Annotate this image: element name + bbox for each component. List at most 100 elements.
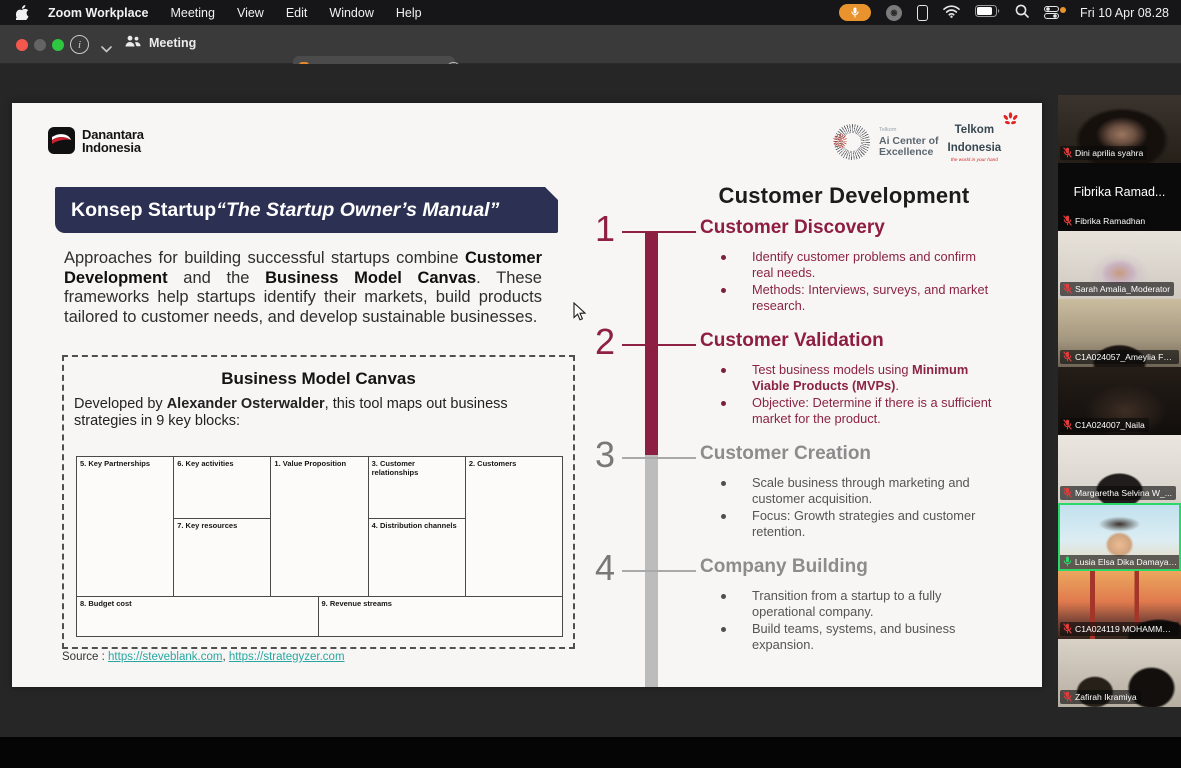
participant-name-label: C1A024119 MOHAMMA...	[1060, 622, 1179, 636]
bullet-dot	[721, 627, 726, 632]
bmc-cell-key-partnerships: 5. Key Partnerships	[77, 457, 173, 470]
zoom-window-titlebar: i Meeting Da Dini aprilia syahra's scree…	[0, 25, 1181, 64]
partner-logos: Telkom Ai Center of Excellence TelkomInd…	[834, 120, 1015, 163]
participant-name-label: Fibrika Ramadhan	[1060, 214, 1149, 228]
participants-strip: Dini aprilia syahraFibrika Ramad...Fibri…	[1058, 95, 1181, 707]
menu-bar-clock[interactable]: Fri 10 Apr 08.28	[1080, 6, 1169, 20]
participant-name: Dini aprilia syahra	[1075, 148, 1143, 158]
menu-app-name[interactable]: Zoom Workplace	[48, 6, 148, 20]
wifi-icon[interactable]	[943, 5, 960, 21]
battery-icon[interactable]	[975, 5, 1000, 20]
muted-mic-icon	[1063, 487, 1072, 498]
participant-name: Fibrika Ramadhan	[1075, 216, 1145, 226]
chevron-down-icon[interactable]	[101, 40, 112, 58]
muted-mic-icon	[1063, 147, 1072, 158]
participant-tile[interactable]: Dini aprilia syahra	[1058, 95, 1181, 163]
participant-tile[interactable]: Sarah Amalia_Moderator	[1058, 231, 1181, 299]
step-heading-customer-creation: Customer Creation	[700, 443, 871, 465]
participant-name: C1A024057_Ameylia Fa...	[1075, 352, 1175, 362]
participant-name-label: Sarah Amalia_Moderator	[1060, 282, 1174, 296]
participant-name: C1A024119 MOHAMMA...	[1075, 624, 1175, 634]
window-title: Meeting	[149, 36, 196, 50]
participant-display-name: Fibrika Ramad...	[1058, 185, 1181, 199]
menu-meeting[interactable]: Meeting	[170, 6, 214, 20]
meeting-content-area: DanantaraIndonesia Telkom Ai Center of E…	[0, 64, 1181, 737]
participant-name: Sarah Amalia_Moderator	[1075, 284, 1170, 294]
menu-edit[interactable]: Edit	[286, 6, 308, 20]
participant-name: Margaretha Selvina W_...	[1075, 488, 1172, 498]
step-bullets-customer-discovery: Identify customer problems and confirm r…	[715, 249, 1001, 315]
source-link-strategyzer[interactable]: https://strategyzer.com	[229, 651, 345, 663]
notification-dot	[1060, 7, 1066, 13]
source-link-steveblank[interactable]: https://steveblank.com	[108, 651, 222, 663]
participant-tile[interactable]: C1A024119 MOHAMMA...	[1058, 571, 1181, 639]
ai-center-logo-icon	[834, 124, 870, 160]
step-number-2: 2	[588, 321, 622, 363]
telkom-hand-icon	[1002, 112, 1019, 134]
ai-center-logo-text: Telkom Ai Center of Excellence	[879, 125, 939, 158]
speaking-mic-icon	[1063, 556, 1072, 567]
participant-tile[interactable]: C1A024057_Ameylia Fa...	[1058, 299, 1181, 367]
business-model-canvas-box: Business Model Canvas Developed by Alexa…	[62, 355, 575, 649]
participant-tile[interactable]: Fibrika Ramad... Fibrika Ramadhan	[1058, 163, 1181, 231]
step-bullets-customer-validation: Test business models using Minimum Viabl…	[715, 362, 1001, 428]
step-bullets-company-building: Transition from a startup to a fully ope…	[715, 588, 1001, 654]
bmc-cell-customer-relationships: 3. Customer relationships	[369, 457, 465, 519]
bmc-cell-customers: 2. Customers	[466, 457, 562, 470]
participant-tile[interactable]: C1A024007_Naila	[1058, 367, 1181, 435]
control-center-icon[interactable]	[1044, 6, 1059, 19]
intro-paragraph: Approaches for building successful start…	[64, 249, 542, 327]
bmc-table: 5. Key Partnerships 6. Key activities 7.…	[76, 456, 563, 637]
participant-name-label: Margaretha Selvina W_...	[1060, 486, 1176, 500]
step-heading-company-building: Company Building	[700, 556, 868, 578]
participant-name-label: Dini aprilia syahra	[1060, 146, 1147, 160]
bmc-cell-key-resources: 7. Key resources	[174, 519, 270, 596]
bullet-dot	[721, 288, 726, 293]
timeline-tick-2	[622, 344, 696, 346]
participant-name: Zafirah Ikramiya	[1075, 692, 1137, 702]
fullscreen-window-button[interactable]	[52, 39, 64, 51]
menu-window[interactable]: Window	[329, 6, 373, 20]
step-number-1: 1	[588, 208, 622, 250]
device-icon[interactable]	[917, 5, 928, 21]
participant-name-label: Zafirah Ikramiya	[1060, 690, 1141, 704]
status-circle-icon[interactable]: ◉	[886, 5, 902, 21]
muted-mic-icon	[1063, 283, 1072, 294]
timeline-tick-3	[622, 457, 696, 459]
danantara-logo-icon	[48, 127, 75, 154]
danantara-logo-text: DanantaraIndonesia	[82, 128, 144, 154]
participant-name: Lusia Elsa Dika Damayanty	[1075, 557, 1179, 567]
menu-help[interactable]: Help	[396, 6, 422, 20]
active-microphone-indicator[interactable]	[839, 4, 871, 21]
muted-mic-icon	[1063, 351, 1072, 362]
bullet-dot	[721, 514, 726, 519]
close-window-button[interactable]	[16, 39, 28, 51]
bmc-title: Business Model Canvas	[64, 369, 573, 389]
apple-menu-icon[interactable]	[16, 5, 30, 21]
timeline-tick-1	[622, 231, 696, 233]
bullet-dot	[721, 401, 726, 406]
minimize-window-button[interactable]	[34, 39, 46, 51]
participant-name-label: C1A024007_Naila	[1060, 418, 1149, 432]
meeting-info-button[interactable]: i	[70, 35, 89, 54]
participant-tile[interactable]: Lusia Elsa Dika Damayanty	[1058, 503, 1181, 571]
bmc-cell-key-activities: 6. Key activities	[174, 457, 270, 519]
telkom-tagline: the world in your hand	[948, 158, 1002, 163]
step-heading-customer-validation: Customer Validation	[700, 330, 884, 352]
telkom-indonesia-logo: TelkomIndonesia the world in your hand	[948, 120, 1016, 163]
step-heading-customer-discovery: Customer Discovery	[700, 217, 885, 239]
participant-tile[interactable]: Zafirah Ikramiya	[1058, 639, 1181, 707]
participant-tile[interactable]: Margaretha Selvina W_...	[1058, 435, 1181, 503]
bmc-description: Developed by Alexander Osterwalder, this…	[74, 396, 561, 430]
participant-name-label: C1A024057_Ameylia Fa...	[1060, 350, 1179, 364]
menu-view[interactable]: View	[237, 6, 264, 20]
macos-menu-bar: Zoom Workplace Meeting View Edit Window …	[0, 0, 1181, 25]
bmc-cell-revenue-streams: 9. Revenue streams	[319, 597, 562, 636]
bullet-dot	[721, 481, 726, 486]
spotlight-search-icon[interactable]	[1015, 4, 1029, 21]
step-bullets-customer-creation: Scale business through marketing and cus…	[715, 475, 1001, 541]
timeline-bar	[645, 231, 658, 687]
participant-name: C1A024007_Naila	[1075, 420, 1145, 430]
mouse-cursor	[573, 302, 586, 326]
bmc-cell-budget-cost: 8. Budget cost	[77, 597, 319, 636]
